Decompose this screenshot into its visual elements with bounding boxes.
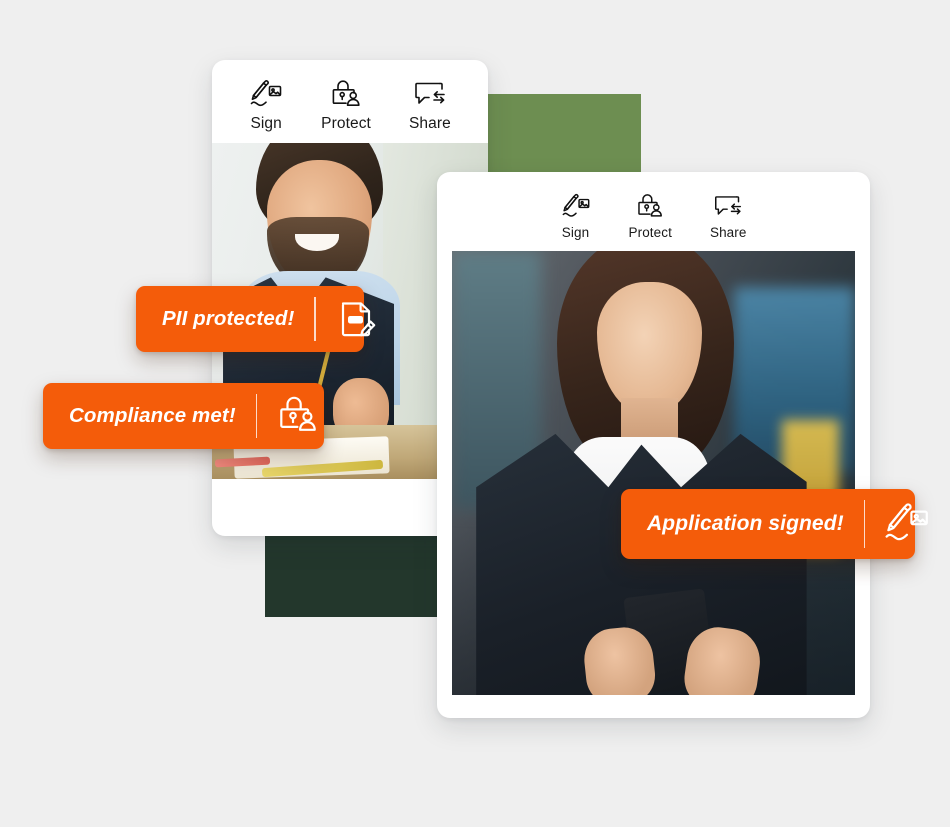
- toolbar-front: Sign Protect Share: [437, 172, 870, 251]
- tool-sign-front[interactable]: Sign: [561, 193, 591, 240]
- badge-compliance-met[interactable]: Compliance met!: [43, 383, 324, 449]
- badge-label: PII protected!: [162, 307, 295, 330]
- dark-green-accent-block: [265, 533, 441, 617]
- tool-sign-back[interactable]: Sign: [249, 79, 283, 133]
- lock-person-icon: [275, 394, 319, 438]
- share-icon: [413, 79, 447, 111]
- share-icon: [713, 193, 743, 221]
- sign-icon: [561, 193, 591, 221]
- tool-label-protect: Protect: [628, 225, 672, 240]
- tool-label-protect: Protect: [321, 115, 371, 132]
- protect-icon: [635, 193, 665, 221]
- tool-share-front[interactable]: Share: [710, 193, 747, 240]
- redacted-document-edit-icon: [334, 297, 378, 341]
- tool-label-sign: Sign: [250, 115, 282, 132]
- tool-protect-back[interactable]: Protect: [321, 79, 371, 133]
- badge-divider: [314, 297, 316, 341]
- tool-share-back[interactable]: Share: [409, 79, 451, 133]
- sign-icon: [883, 501, 930, 548]
- tool-protect-front[interactable]: Protect: [629, 193, 672, 240]
- toolbar-back: Sign Protect Share: [212, 60, 488, 143]
- badge-divider: [255, 394, 258, 438]
- badge-pii-protected[interactable]: PII protected!: [136, 286, 376, 352]
- photo-woman-on-phone: [452, 251, 855, 695]
- tool-label-share: Share: [408, 115, 451, 132]
- tool-label-share: Share: [709, 225, 747, 240]
- document-card-front: Sign Protect Share: [437, 172, 870, 718]
- badge-label: Compliance met!: [69, 404, 236, 427]
- protect-icon: [329, 79, 363, 111]
- badge-label: Application signed!: [647, 512, 844, 535]
- promo-stage: Sign Protect Share Sign Protect Share PI…: [0, 0, 950, 827]
- sign-icon: [249, 79, 283, 111]
- badge-application-signed[interactable]: Application signed!: [621, 489, 929, 559]
- badge-divider: [863, 500, 866, 548]
- tool-label-sign: Sign: [561, 225, 590, 240]
